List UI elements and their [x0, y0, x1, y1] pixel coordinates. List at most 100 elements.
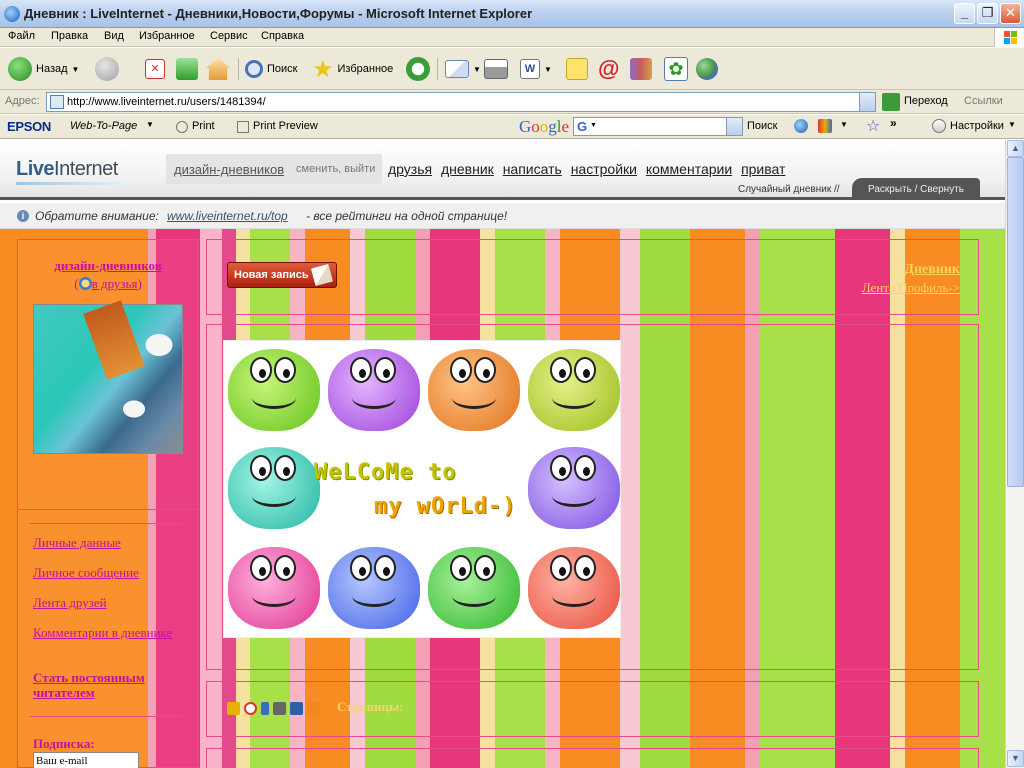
standard-toolbar: Назад ▼ ✕ Поиск ★ Избранное ▼ W ▼ @ ✿	[0, 48, 1024, 90]
scroll-up-icon[interactable]: ▲	[1007, 140, 1024, 157]
notice-label: Обратите внимание:	[35, 209, 159, 223]
sidebar-link-personal-data[interactable]: Личные данные	[33, 535, 183, 550]
random-diary-link[interactable]: Случайный дневник //	[738, 184, 840, 195]
discuss-button[interactable]	[566, 55, 588, 83]
chevron-down-icon: ▼	[544, 64, 552, 74]
epson-print-button[interactable]: Print	[192, 120, 215, 132]
close-button[interactable]: ✕	[1000, 3, 1021, 24]
forward-arrow-icon	[95, 57, 119, 81]
mobile-icon[interactable]	[261, 702, 269, 715]
avatar[interactable]	[33, 300, 183, 454]
mail-button[interactable]: ▼	[445, 55, 481, 83]
rss-icon[interactable]	[307, 702, 320, 715]
address-input[interactable]: http://www.liveinternet.ru/users/1481394…	[46, 92, 876, 112]
stop-button[interactable]: ✕	[145, 55, 165, 83]
go-button[interactable]: Переход	[904, 95, 948, 107]
scroll-down-icon[interactable]: ▼	[1007, 750, 1024, 767]
nav-settings[interactable]: настройки	[571, 161, 637, 177]
icq-button[interactable]: ✿	[664, 55, 688, 83]
print-icon	[176, 121, 188, 133]
sidebar-link-personal-message[interactable]: Личное сообщение	[33, 565, 183, 580]
subscribe-link[interactable]: Стать постоянным читателем	[33, 670, 183, 700]
sidebar-link-comments[interactable]: Комментарии в дневнике	[33, 625, 183, 640]
clock-icon[interactable]	[244, 702, 257, 715]
home-button[interactable]	[206, 55, 230, 83]
frog-teal	[228, 447, 320, 529]
search-button[interactable]: Поиск	[245, 55, 297, 83]
globe-icon[interactable]	[794, 119, 808, 133]
favorites-button[interactable]: ★ Избранное	[312, 55, 393, 83]
change-exit-link[interactable]: сменить, выйти	[296, 163, 375, 175]
nav-friends[interactable]: друзья	[388, 161, 432, 177]
frog-lime	[528, 349, 620, 431]
mailru-button[interactable]: @	[598, 55, 619, 83]
google-settings-button[interactable]: Настройки	[950, 120, 1004, 132]
print-button[interactable]	[484, 55, 508, 83]
refresh-button[interactable]	[176, 55, 198, 83]
tab-profile[interactable]: Профиль->	[898, 280, 960, 295]
edit-button[interactable]: W ▼	[520, 55, 552, 83]
chevron-down-icon[interactable]	[859, 93, 875, 111]
maximize-button[interactable]: ❐	[977, 3, 998, 24]
nav-write[interactable]: написать	[503, 161, 562, 177]
logo-live: Live	[16, 158, 55, 180]
links-button[interactable]: Ссылки	[964, 95, 1003, 107]
messenger-button[interactable]	[696, 55, 718, 83]
chevron-down-icon[interactable]: ▼	[146, 120, 154, 129]
post-box: WeLCoMe to my wOrLd-)	[206, 324, 979, 670]
email-field[interactable]: Ваш e-mail	[33, 752, 139, 768]
chevron-down-icon[interactable]: ▼	[1008, 120, 1016, 129]
notice-link[interactable]: www.liveinternet.ru/top	[167, 209, 288, 223]
vertical-scrollbar[interactable]: ▲ ▼	[1005, 140, 1024, 768]
print-page-icon[interactable]	[273, 702, 286, 715]
save-icon[interactable]	[290, 702, 303, 715]
address-bar: Адрес: http://www.liveinternet.ru/users/…	[0, 90, 1024, 114]
minimize-button[interactable]: _	[954, 3, 975, 24]
at-sign-icon: @	[598, 56, 620, 81]
research-button[interactable]	[630, 55, 652, 83]
bookmark-star-icon[interactable]: ☆	[866, 116, 880, 136]
nav-comments[interactable]: комментарии	[646, 161, 732, 177]
chevron-down-icon[interactable]: ▼	[590, 122, 597, 129]
menu-help[interactable]: Справка	[261, 30, 304, 42]
chevron-down-icon[interactable]: ▼	[840, 120, 848, 129]
epson-logo: EPSON	[7, 119, 52, 134]
diary-link[interactable]: Дневник	[904, 262, 960, 278]
new-post-label: Новая запись	[234, 269, 309, 281]
menu-edit[interactable]: Правка	[51, 30, 88, 42]
add-friend-link[interactable]: (в друзья)	[18, 276, 198, 292]
tag-icon[interactable]	[227, 702, 240, 715]
google-search-button[interactable]: Поиск	[747, 120, 777, 132]
sidebar-link-friends-feed[interactable]: Лента друзей	[33, 595, 183, 610]
menu-file[interactable]: Файл	[8, 30, 35, 42]
word-icon: W	[520, 59, 540, 79]
history-button[interactable]	[406, 55, 430, 83]
forward-button[interactable]	[95, 55, 119, 83]
go-arrow-icon[interactable]	[882, 93, 900, 111]
header-username-link[interactable]: дизайн-дневников	[174, 162, 284, 177]
blocker-icon[interactable]	[818, 119, 832, 133]
expand-collapse-tab[interactable]: Раскрыть / Свернуть	[852, 178, 980, 200]
post-actions	[227, 702, 320, 715]
menu-view[interactable]: Вид	[104, 30, 124, 42]
menu-tools[interactable]: Сервис	[210, 30, 248, 42]
web-to-page-menu[interactable]: Web-To-Page	[70, 120, 137, 132]
internet-explorer-icon	[4, 6, 20, 22]
liveinternet-logo[interactable]: LiveInternet	[16, 158, 134, 185]
new-post-button[interactable]: Новая запись	[227, 262, 337, 288]
search-label: Поиск	[267, 63, 298, 75]
google-search-input[interactable]: G ▼	[573, 117, 743, 136]
tab-feed[interactable]: Лента	[862, 280, 895, 295]
sidebar-username-link[interactable]: дизайн-дневников	[18, 258, 198, 274]
menu-favorites[interactable]: Избранное	[139, 30, 195, 42]
print-preview-button[interactable]: Print Preview	[253, 120, 318, 132]
chevron-down-icon: ▼	[71, 64, 80, 74]
nav-private[interactable]: приват	[741, 161, 785, 177]
back-button[interactable]: Назад ▼	[8, 55, 79, 83]
nav-diary[interactable]: дневник	[441, 161, 494, 177]
scrollbar-thumb[interactable]	[1007, 157, 1024, 487]
chevron-down-icon[interactable]	[726, 118, 742, 135]
more-chevron-icon[interactable]: »	[890, 116, 897, 130]
diary-header-box: Новая запись Дневник Лента Профиль->	[206, 239, 979, 315]
diary-tabs: Лента Профиль->	[862, 280, 960, 296]
